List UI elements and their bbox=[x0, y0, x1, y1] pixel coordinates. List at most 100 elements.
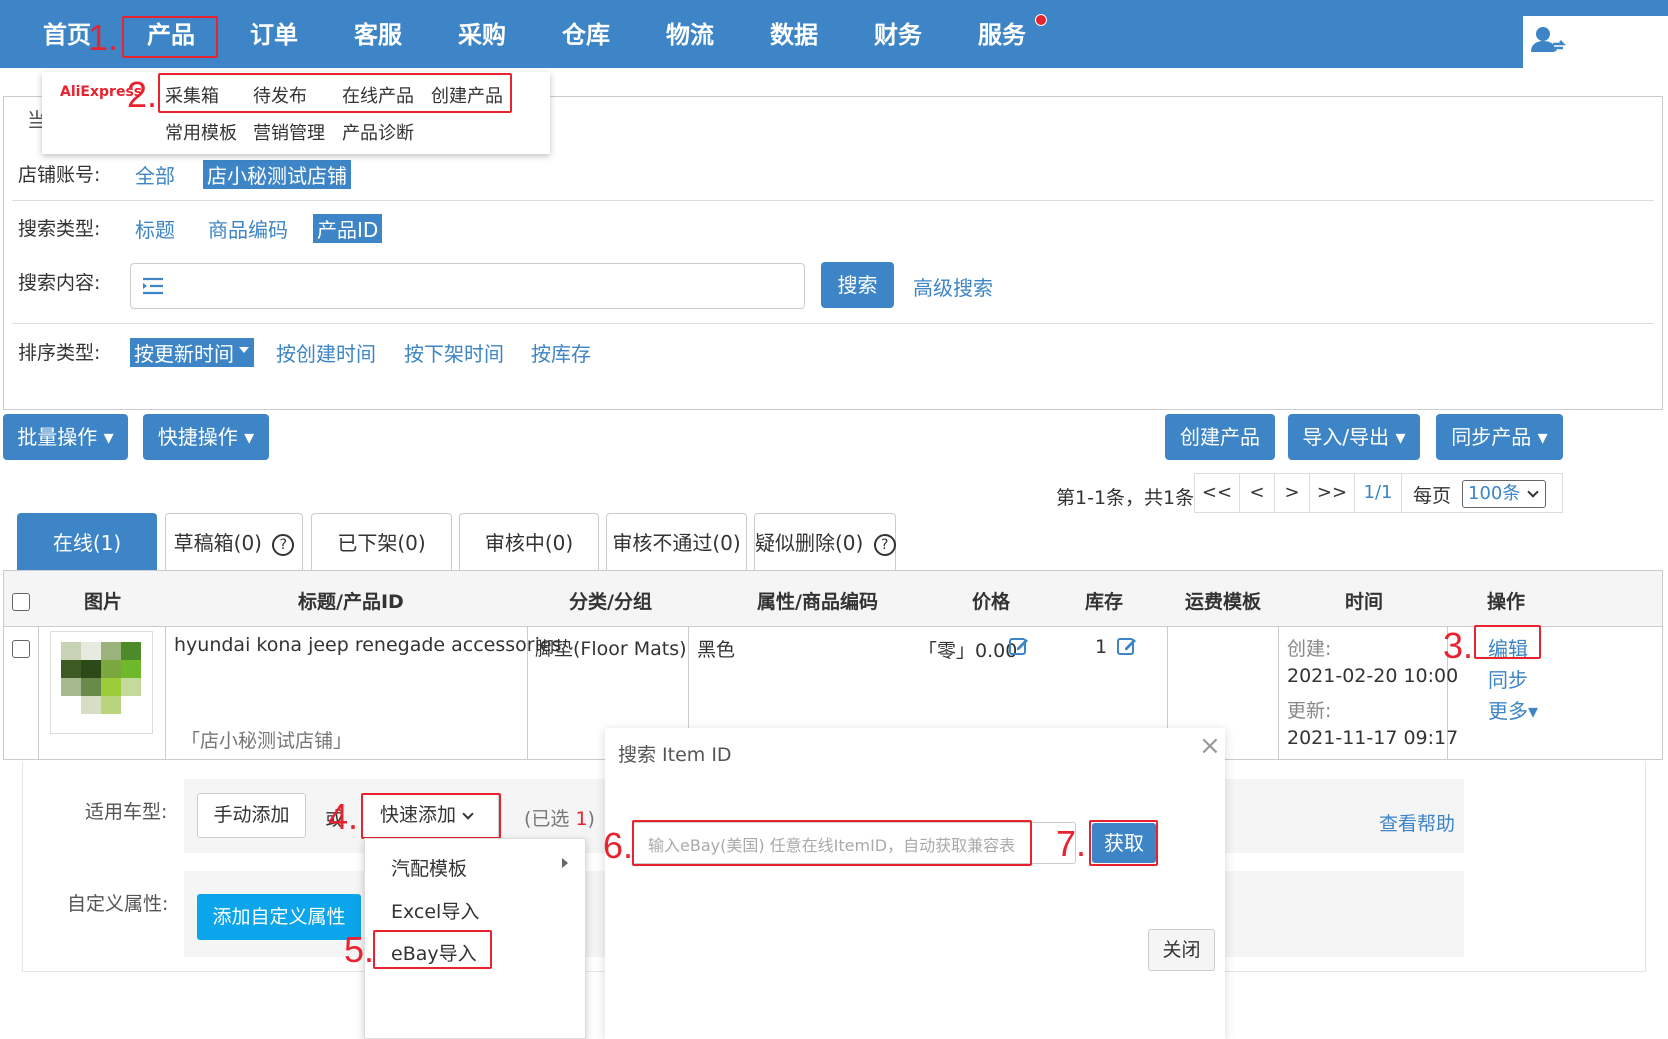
menu-auto-template[interactable]: 汽配模板 bbox=[391, 854, 467, 881]
sort-by-delist-time[interactable]: 按下架时间 bbox=[404, 338, 504, 367]
notification-dot bbox=[1035, 14, 1047, 26]
per-page-select[interactable]: 100条 bbox=[1462, 480, 1546, 508]
search-input[interactable] bbox=[130, 263, 805, 309]
user-switch-icon bbox=[1531, 27, 1567, 52]
highlight-fetch bbox=[1089, 820, 1158, 866]
tab-online[interactable]: 在线(1) bbox=[17, 513, 157, 571]
submenu-product-diagnosis[interactable]: 产品诊断 bbox=[342, 119, 414, 145]
divider bbox=[12, 200, 1654, 201]
sort-by-create-time[interactable]: 按创建时间 bbox=[276, 338, 376, 367]
modal-close-icon[interactable]: × bbox=[1199, 733, 1221, 759]
pager-summary: 第1-1条，共1条 bbox=[1056, 487, 1195, 509]
tab-review-failed[interactable]: 审核不通过(0) bbox=[606, 513, 747, 571]
select-all-checkbox[interactable] bbox=[12, 593, 30, 611]
add-custom-attr-button[interactable]: 添加自定义属性 bbox=[197, 894, 361, 940]
submenu-online-products[interactable]: 在线产品 bbox=[342, 82, 414, 108]
created-label: 创建: bbox=[1287, 638, 1332, 660]
import-export-button[interactable]: 导入/导出 ▾ bbox=[1288, 414, 1420, 460]
nav-purchasing[interactable]: 采购 bbox=[458, 18, 506, 52]
product-category: 脚垫(Floor Mats) bbox=[535, 638, 687, 660]
more-action[interactable]: 更多▾ bbox=[1488, 695, 1538, 724]
tab-delisted[interactable]: 已下架(0) bbox=[311, 513, 452, 571]
pager-per-page-label: 每页 bbox=[1413, 485, 1452, 507]
submenu-common-templates[interactable]: 常用模板 bbox=[165, 119, 237, 145]
nav-finance[interactable]: 财务 bbox=[874, 18, 922, 52]
pager-last[interactable]: >> bbox=[1309, 473, 1355, 513]
edit-stock-icon[interactable] bbox=[1116, 635, 1138, 657]
column-divider bbox=[1278, 627, 1279, 760]
product-thumbnail[interactable] bbox=[50, 631, 153, 734]
nav-warehouse[interactable]: 仓库 bbox=[562, 18, 610, 52]
step-5-label: 5. bbox=[344, 929, 375, 970]
th-image: 图片 bbox=[84, 591, 123, 613]
submenu-collection-box[interactable]: 采集箱 bbox=[165, 82, 219, 108]
tab-drafts[interactable]: 草稿箱(0) ? bbox=[165, 513, 303, 571]
nav-home[interactable]: 首页 bbox=[43, 18, 91, 52]
sort-by-update-time-label: 按更新时间 bbox=[134, 342, 234, 366]
pager-current-page: 1/1 bbox=[1354, 473, 1402, 513]
th-price: 价格 bbox=[972, 591, 1011, 613]
highlight-products-nav bbox=[122, 16, 218, 58]
shop-selected-option[interactable]: 店小秘测试店铺 bbox=[203, 160, 351, 189]
chevron-down-icon bbox=[1527, 486, 1539, 498]
submenu-create-product[interactable]: 创建产品 bbox=[431, 82, 503, 108]
step-7-label: 7. bbox=[1056, 823, 1087, 864]
custom-attr-label: 自定义属性: bbox=[67, 893, 169, 915]
search-content-label: 搜索内容: bbox=[18, 272, 101, 294]
search-button[interactable]: 搜索 bbox=[821, 262, 894, 308]
step-4-label: 4. bbox=[328, 796, 359, 837]
product-shop: 「店小秘测试店铺」 bbox=[181, 730, 353, 752]
per-page-value: 100条 bbox=[1468, 483, 1521, 504]
product-price: 「零」0.00 bbox=[918, 640, 1018, 662]
submenu-pending-publish[interactable]: 待发布 bbox=[253, 82, 307, 108]
tab-suspected-deleted[interactable]: 疑似删除(0) ? bbox=[754, 513, 896, 571]
th-actions: 操作 bbox=[1487, 591, 1526, 613]
submenu-marketing[interactable]: 营销管理 bbox=[253, 119, 325, 145]
pager-prev[interactable]: < bbox=[1239, 473, 1275, 513]
divider bbox=[12, 323, 1654, 324]
search-type-title[interactable]: 标题 bbox=[135, 214, 175, 243]
user-menu[interactable] bbox=[1523, 16, 1668, 68]
pager-next[interactable]: > bbox=[1274, 473, 1310, 513]
sort-by-update-time[interactable]: 按更新时间 bbox=[130, 338, 254, 367]
highlight-item-id-input bbox=[632, 820, 1032, 866]
highlight-ebay-import bbox=[373, 930, 492, 969]
product-attribute: 黑色 bbox=[697, 639, 736, 661]
selected-number: 1 bbox=[575, 808, 588, 830]
list-icon bbox=[143, 277, 163, 295]
row-checkbox[interactable] bbox=[12, 640, 30, 658]
nav-data[interactable]: 数据 bbox=[770, 18, 818, 52]
caret-down-icon bbox=[239, 347, 249, 353]
nav-logistics[interactable]: 物流 bbox=[666, 18, 714, 52]
th-category: 分类/分组 bbox=[569, 591, 652, 613]
step-6-label: 6. bbox=[603, 825, 634, 866]
help-circle-icon: ? bbox=[272, 533, 295, 556]
advanced-search-link[interactable]: 高级搜索 bbox=[913, 272, 993, 301]
shop-all-option[interactable]: 全部 bbox=[135, 160, 175, 189]
sync-action[interactable]: 同步 bbox=[1488, 664, 1528, 693]
view-help-link[interactable]: 查看帮助 bbox=[1379, 809, 1455, 836]
pager-first[interactable]: << bbox=[1194, 473, 1240, 513]
search-type-sku[interactable]: 商品编码 bbox=[208, 214, 288, 243]
product-title[interactable]: hyundai kona jeep renegade accessories bbox=[174, 634, 561, 656]
th-shipping-template: 运费模板 bbox=[1185, 591, 1262, 613]
create-product-button[interactable]: 创建产品 bbox=[1165, 414, 1275, 460]
search-type-product-id[interactable]: 产品ID bbox=[313, 214, 383, 243]
highlight-edit bbox=[1474, 625, 1541, 659]
nav-orders[interactable]: 订单 bbox=[250, 18, 298, 52]
menu-excel-import[interactable]: Excel导入 bbox=[391, 897, 479, 924]
highlight-quick-add bbox=[361, 793, 501, 839]
search-item-id-modal bbox=[605, 728, 1225, 1039]
sync-products-button[interactable]: 同步产品 ▾ bbox=[1436, 414, 1563, 460]
modal-close-button[interactable]: 关闭 bbox=[1148, 929, 1215, 971]
sort-by-stock[interactable]: 按库存 bbox=[531, 338, 591, 367]
nav-services[interactable]: 服务 bbox=[978, 18, 1026, 52]
nav-customer-service[interactable]: 客服 bbox=[354, 18, 402, 52]
product-stock: 1 bbox=[1095, 636, 1108, 658]
manual-add-button[interactable]: 手动添加 bbox=[197, 793, 306, 838]
quick-operations-button[interactable]: 快捷操作 ▾ bbox=[143, 414, 269, 460]
batch-operations-button[interactable]: 批量操作 ▾ bbox=[3, 414, 128, 460]
tab-under-review[interactable]: 审核中(0) bbox=[459, 513, 599, 571]
edit-price-icon[interactable] bbox=[1008, 635, 1030, 657]
updated-label: 更新: bbox=[1287, 700, 1332, 722]
